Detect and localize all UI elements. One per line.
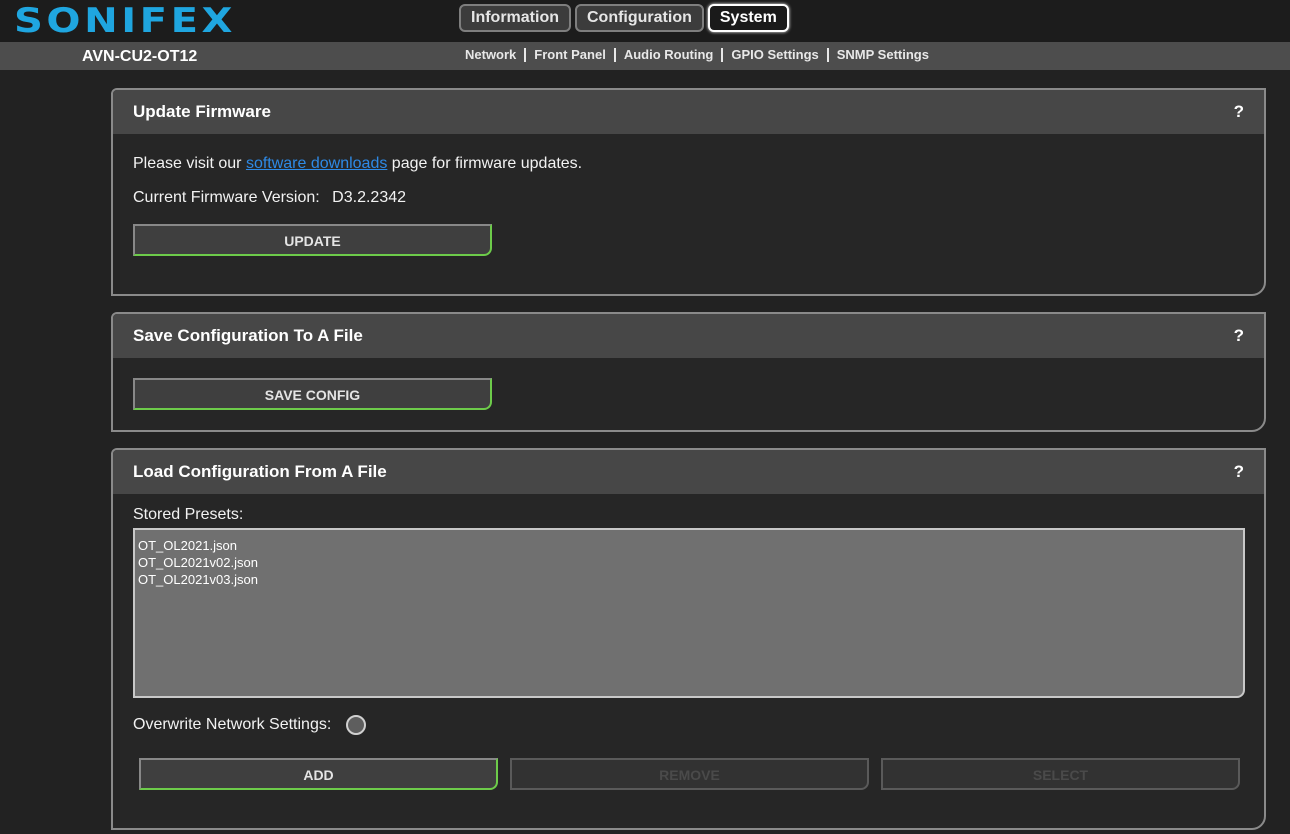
sub-navigation: Network Front Panel Audio Routing GPIO S… [465,47,929,62]
panel-header: Save Configuration To A File ? [113,314,1264,358]
panel-body: Stored Presets: OT_OL2021.json OT_OL2021… [113,494,1264,828]
panel-title: Update Firmware [133,102,271,121]
overwrite-network-toggle[interactable] [345,715,366,735]
panel-header: Update Firmware ? [113,90,1264,134]
subnav-separator [613,47,616,62]
panel-body: SAVE CONFIG [113,378,1264,410]
firmware-text-after: page for firmware updates. [387,155,583,172]
tab-system[interactable]: System [707,4,789,32]
add-button[interactable]: ADD [139,758,498,790]
save-config-button[interactable]: SAVE CONFIG [133,378,492,410]
subnav-separator [826,47,829,62]
subnav-separator [721,47,724,62]
sub-navigation-bar: AVN-CU2-OT12 Network Front Panel Audio R… [0,42,1290,70]
panel-header: Load Configuration From A File ? [113,450,1264,494]
firmware-version-value: D3.2.2342 [332,189,407,206]
remove-button[interactable]: REMOVE [510,758,869,790]
overwrite-network-row: Overwrite Network Settings: [133,715,366,735]
header-bar: SONIFEX Information Configuration System [0,0,1290,42]
update-button[interactable]: UPDATE [133,224,492,256]
help-icon[interactable]: ? [1234,326,1244,346]
subnav-snmp-settings[interactable]: SNMP Settings [837,47,929,62]
subnav-front-panel[interactable]: Front Panel [534,47,606,62]
panel-title: Save Configuration To A File [133,326,363,345]
sonifex-logo: SONIFEX [14,1,237,41]
firmware-version-label: Current Firmware Version: [133,189,320,206]
firmware-version-row: Current Firmware Version: D3.2.2342 [133,189,1244,207]
subnav-network[interactable]: Network [465,47,516,62]
update-firmware-panel: Update Firmware ? Please visit our softw… [111,88,1266,296]
load-buttons-row: ADD REMOVE SELECT [139,758,1240,790]
software-downloads-link[interactable]: software downloads [246,155,387,172]
main-tabs: Information Configuration System [459,4,793,32]
save-config-panel: Save Configuration To A File ? SAVE CONF… [111,312,1266,432]
subnav-separator [524,47,527,62]
firmware-text-before: Please visit our [133,155,246,172]
device-name: AVN-CU2-OT12 [82,48,198,65]
stored-presets-list[interactable]: OT_OL2021.json OT_OL2021v02.json OT_OL20… [133,528,1245,698]
help-icon[interactable]: ? [1234,462,1244,482]
load-config-panel: Load Configuration From A File ? Stored … [111,448,1266,830]
preset-item[interactable]: OT_OL2021v02.json [138,554,1240,571]
preset-item[interactable]: OT_OL2021v03.json [138,571,1240,588]
overwrite-network-label: Overwrite Network Settings: [133,716,332,734]
tab-information[interactable]: Information [459,4,571,32]
panel-title: Load Configuration From A File [133,462,387,481]
tab-configuration[interactable]: Configuration [575,4,704,32]
help-icon[interactable]: ? [1234,102,1244,122]
subnav-gpio-settings[interactable]: GPIO Settings [731,47,818,62]
panel-body: Please visit our software downloads page… [113,155,1264,256]
stored-presets-label: Stored Presets: [133,506,244,523]
firmware-info-text: Please visit our software downloads page… [133,155,1244,173]
preset-item[interactable]: OT_OL2021.json [138,537,1240,554]
subnav-audio-routing[interactable]: Audio Routing [624,47,714,62]
select-button[interactable]: SELECT [881,758,1240,790]
